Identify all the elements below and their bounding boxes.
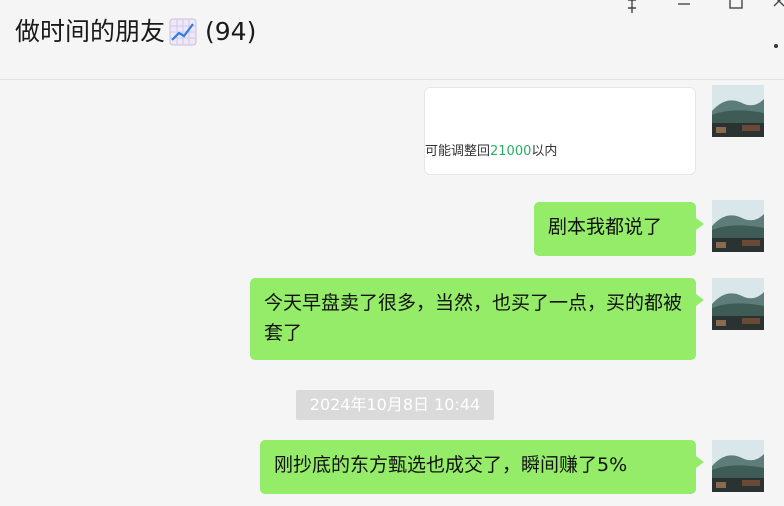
shared-card-message[interactable]: 可能调整回21000以内 — [424, 87, 696, 175]
chat-header: 做时间的朋友 (94) — [0, 0, 784, 80]
message-text: 今天早盘卖了很多，当然，也买了一点，买的都被套了 — [264, 292, 683, 344]
sent-message-bubble[interactable]: 刚抄底的东方甄选也成交了，瞬间赚了5% — [260, 440, 704, 494]
member-count: (94) — [205, 17, 257, 46]
message-list: 可能调整回21000以内 剧本我都说了 今天早盘卖了很多，当然，也买了一点，买的… — [0, 81, 784, 506]
minimize-icon[interactable] — [674, 0, 694, 16]
more-options-icon[interactable] — [774, 44, 778, 48]
message-text: 刚抄底的东方甄选也成交了，瞬间赚了5% — [274, 454, 628, 476]
chart-increasing-icon — [169, 18, 197, 46]
card-text: 可能调整回21000以内 — [425, 144, 558, 159]
message-timestamp: 2024年10月8日 10:44 — [296, 390, 494, 420]
sent-message-bubble[interactable]: 今天早盘卖了很多，当然，也买了一点，买的都被套了 — [250, 278, 704, 360]
avatar[interactable] — [712, 278, 764, 330]
close-icon[interactable] — [772, 0, 784, 16]
chat-title[interactable]: 做时间的朋友 (94) — [15, 14, 256, 50]
message-text: 剧本我都说了 — [548, 216, 663, 238]
avatar[interactable] — [712, 85, 764, 137]
avatar[interactable] — [712, 200, 764, 252]
maximize-icon[interactable] — [726, 0, 746, 16]
avatar[interactable] — [712, 440, 764, 492]
pin-icon[interactable] — [622, 0, 642, 16]
sent-message-bubble[interactable]: 剧本我都说了 — [534, 202, 704, 256]
group-name: 做时间的朋友 — [15, 17, 166, 46]
